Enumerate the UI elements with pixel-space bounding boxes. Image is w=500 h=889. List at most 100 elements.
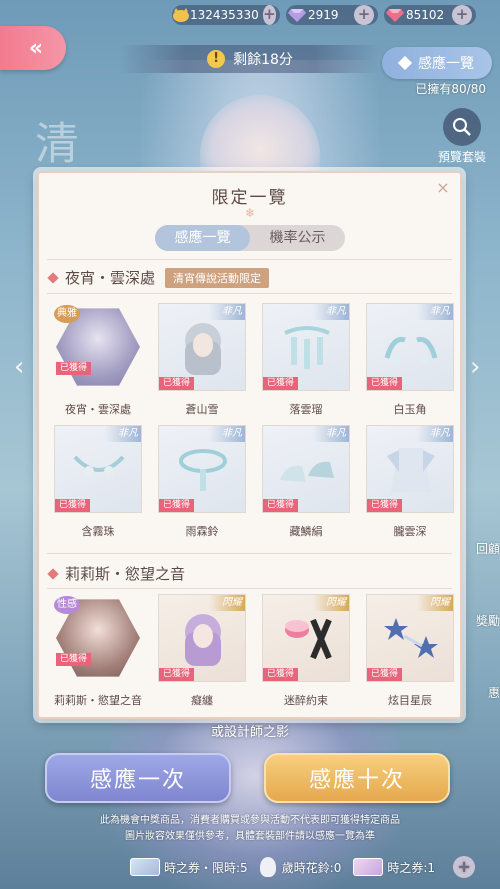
acquired-badge: 已獲得 — [367, 377, 403, 390]
grid-item[interactable]: 非凡 已獲得 朧雲深 — [366, 425, 454, 547]
owned-count: 已擁有80/80 — [415, 82, 486, 96]
pink-diamond-icon — [384, 5, 406, 25]
limited-ticket-count: 時之券・限時:5 — [164, 860, 248, 875]
grid-item[interactable]: 非凡 已獲得 含霧珠 — [54, 425, 142, 547]
alert-icon: ! — [207, 50, 226, 68]
suit-hex: 性感 已獲得 — [54, 594, 142, 682]
acquired-badge: 已獲得 — [263, 377, 299, 390]
acquired-badge: 已獲得 — [159, 668, 195, 681]
purple-diamond-currency: 2919 + — [286, 5, 378, 25]
pearl-icon — [69, 440, 129, 500]
grid-item[interactable]: 閃耀 已獲得 迷醉約束 — [262, 594, 350, 716]
item-name: 雨霖鈴 — [185, 525, 219, 538]
item-name: 朧雲深 — [393, 525, 427, 538]
item-card: 閃耀 已獲得 — [366, 594, 454, 682]
side-reward-label[interactable]: 獎勵 — [476, 612, 500, 629]
section-header: 夜宵・雲深處 清宵傳說活動限定 — [47, 267, 270, 288]
item-card: 非凡 已獲得 — [262, 303, 350, 391]
diamond-icon — [397, 55, 413, 71]
modal-title: 限定一覽 — [211, 188, 288, 208]
horn-icon — [381, 318, 441, 378]
time-ticket: 時之券:1 — [353, 858, 435, 876]
gold-cat-coin-icon — [172, 5, 190, 25]
item-name: 莉莉斯・慾望之音 — [54, 694, 142, 707]
item-card: 非凡 已獲得 — [366, 303, 454, 391]
disclaimer-line: 圖片妝容效果僅供參考，具體套裝部件請以感應一覽為準 — [125, 831, 375, 842]
bracelet-icon — [277, 609, 337, 669]
grid-item[interactable]: 非凡 已獲得 雨霖鈴 — [158, 425, 246, 547]
grid-item[interactable]: 閃耀 已獲得 炫目星辰 — [366, 594, 454, 716]
tab-probability[interactable]: 機率公示 — [250, 225, 345, 251]
back-button[interactable]: « — [0, 26, 66, 70]
section-title: 夜宵・雲深處 — [65, 269, 156, 287]
modal-tabs: 感應一覽 機率公示 — [155, 225, 345, 251]
pink-diamond-amount: 85102 — [406, 8, 445, 22]
ticket-bar: 時之券・限時:5 歲時花鈴:0 時之券:1 + — [0, 852, 500, 882]
section-tag: 清宵傳說活動限定 — [165, 267, 270, 288]
tab-induce-overview[interactable]: 感應一覽 — [155, 225, 250, 251]
acquired-badge: 已獲得 — [55, 499, 91, 512]
item-name: 癡纏 — [191, 694, 213, 707]
purple-diamond-icon — [286, 5, 308, 25]
grid-item[interactable]: 非凡 已獲得 落雲瑠 — [262, 303, 350, 425]
item-grid: 典雅 已獲得 夜宵・雲深處 非凡 已獲得 蒼山雪 非凡 已獲得 落雲瑠 非凡 已… — [54, 303, 454, 547]
prev-arrow-icon[interactable]: ‹ — [14, 352, 34, 382]
item-card: 閃耀 已獲得 — [158, 594, 246, 682]
time-ticket-icon — [353, 858, 384, 876]
add-pink-diamond-button[interactable]: + — [452, 5, 472, 25]
section-header: 莉莉斯・慾望之音 — [47, 563, 185, 584]
item-card: 非凡 已獲得 — [54, 425, 142, 513]
grid-item[interactable]: 非凡 已獲得 蒼山雪 — [158, 303, 246, 425]
item-grid: 性感 已獲得 莉莉斯・慾望之音 閃耀 已獲得 癡纏 閃耀 已獲得 迷醉約束 閃耀… — [54, 594, 454, 716]
event-timer: ! 剩餘18分 — [120, 45, 380, 73]
add-gold-button[interactable]: + — [262, 5, 276, 25]
divider — [47, 259, 452, 260]
item-name: 藏鱗絹 — [289, 525, 323, 538]
grid-item[interactable]: 非凡 已獲得 白玉角 — [366, 303, 454, 425]
limited-time-ticket: 時之券・限時:5 — [130, 858, 248, 876]
add-ticket-button[interactable]: + — [453, 856, 476, 878]
acquired-badge: 已獲得 — [56, 653, 92, 666]
grid-item[interactable]: 非凡 已獲得 藏鱗絹 — [262, 425, 350, 547]
close-icon[interactable]: × — [432, 177, 454, 199]
induce-ten-button[interactable]: 感應十次 — [264, 753, 450, 803]
disclaimer-line: 此為機會中獎商品，消費者購買或參與活動不代表即可獲得特定商品 — [100, 815, 400, 826]
time-ticket-icon — [130, 858, 160, 876]
flower-bell-count: 歲時花鈴:0 — [281, 860, 342, 875]
preview-suit-label: 預覽套裝 — [437, 150, 486, 164]
item-name: 落雲瑠 — [289, 403, 323, 416]
gem-icon — [47, 567, 59, 580]
induce-overview-button[interactable]: 感應一覽 — [382, 47, 492, 79]
modal-content[interactable]: 夜宵・雲深處 清宵傳說活動限定 典雅 已獲得 夜宵・雲深處 非凡 已獲得 蒼山雪 — [39, 259, 460, 717]
item-name: 白玉角 — [393, 403, 427, 416]
next-arrow-icon[interactable]: › — [470, 352, 490, 382]
item-card: 閃耀 已獲得 — [262, 594, 350, 682]
item-name: 炫目星辰 — [388, 694, 432, 707]
acquired-badge: 已獲得 — [159, 499, 195, 512]
induce-overview-label: 感應一覽 — [418, 56, 474, 72]
magnifier-icon — [443, 108, 481, 146]
flower-bell: 歲時花鈴:0 — [259, 857, 342, 877]
acquired-badge: 已獲得 — [367, 499, 403, 512]
acquired-badge: 已獲得 — [263, 668, 299, 681]
gold-currency: 132435330 + — [172, 5, 280, 25]
side-benefit-label[interactable]: 惠 — [488, 684, 500, 701]
side-review-label[interactable]: 回顧 — [476, 540, 500, 557]
purple-diamond-amount: 2919 — [308, 8, 339, 22]
divider — [47, 293, 452, 294]
grid-item[interactable]: 典雅 已獲得 夜宵・雲深處 — [54, 303, 142, 425]
acquired-badge: 已獲得 — [367, 668, 403, 681]
grid-item[interactable]: 閃耀 已獲得 癡纏 — [158, 594, 246, 716]
dress-icon — [381, 440, 441, 500]
item-name: 蒼山雪 — [185, 403, 219, 416]
grid-item[interactable]: 性感 已獲得 莉莉斯・慾望之音 — [54, 594, 142, 716]
add-purple-diamond-button[interactable]: + — [354, 5, 374, 25]
timer-text: 剩餘18分 — [233, 52, 293, 68]
snowflake-icon: ❄ — [245, 206, 256, 220]
induce-once-button[interactable]: 感應一次 — [45, 753, 231, 803]
item-card: 非凡 已獲得 — [158, 303, 246, 391]
hair-icon — [173, 609, 233, 669]
acquired-badge: 已獲得 — [263, 499, 299, 512]
preview-suit-button[interactable]: 預覽套裝 — [434, 108, 490, 165]
hair-accessory-icon — [277, 318, 337, 378]
